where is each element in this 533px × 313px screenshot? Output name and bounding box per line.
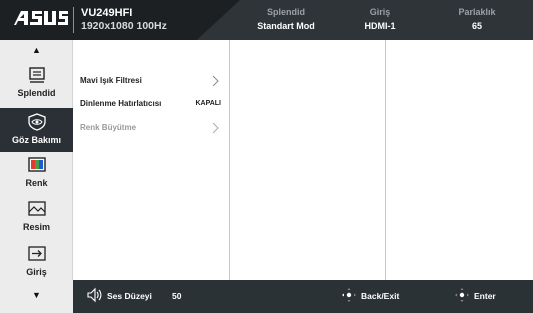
menu-item-label: Mavi Işık Filtresi [80,76,142,85]
header-brightness: Parlaklık 65 [427,7,527,32]
scroll-down-arrow-icon[interactable]: ▼ [0,290,73,300]
color-icon [27,157,46,172]
header-input: Giriş HDMI-1 [330,7,430,32]
header-divider [73,7,74,33]
volume-label: Ses Düzeyi [107,291,152,301]
sidebar-item-label: Giriş [26,267,47,277]
chevron-right-icon [212,75,219,87]
chevron-right-icon [212,122,219,134]
sidebar-item-image[interactable]: Resim [0,200,73,244]
model-name: VU249HFI [81,7,133,19]
menu-item-color-augmentation: Renk Büyütme [80,121,225,135]
resolution-info: 1920x1080 100Hz [81,20,167,32]
volume-icon [87,287,102,303]
osd-header: VU249HFI 1920x1080 100Hz Splendid Standa… [0,0,533,40]
model-info: VU249HFI 1920x1080 100Hz [81,7,167,32]
sidebar-item-color[interactable]: Renk [0,156,73,200]
input-icon [27,246,46,261]
joystick-press-icon [455,288,469,302]
volume-value: 50 [172,291,182,301]
splendid-icon [28,67,45,83]
column-divider [385,40,386,280]
column-divider [229,40,230,280]
brand-logo [12,10,68,28]
menu-item-label: Renk Büyütme [80,123,137,132]
back-exit-label: Back/Exit [361,291,400,301]
sidebar-item-eye-care[interactable]: Göz Bakımı [0,108,73,152]
menu-item-blue-light-filter[interactable]: Mavi Işık Filtresi [80,74,225,88]
header-input-value: HDMI-1 [364,21,396,31]
header-brightness-value: 65 [471,21,482,31]
monitor-osd: VU249HFI 1920x1080 100Hz Splendid Standa… [0,0,533,313]
asus-logo-icon [14,11,68,25]
header-splendid: Splendid Standart Mod [236,7,336,32]
scroll-up-arrow-icon[interactable]: ▲ [0,45,73,55]
menu-item-rest-reminder[interactable]: Dinlenme Hatırlatıcısı KAPALI [80,97,225,111]
menu-item-label: Dinlenme Hatırlatıcısı [80,99,162,108]
sidebar: ▲ Splendid Göz Bakımı Renk Resim Giriş [0,40,73,280]
osd-footer: ▼ Ses Düzeyi 50 Back/Exit Enter [0,280,533,313]
header-input-label: Giriş [369,7,391,17]
eye-care-icon [27,113,46,131]
sidebar-item-splendid[interactable]: Splendid [0,66,73,110]
header-brightness-label: Parlaklık [458,7,496,17]
enter-label: Enter [474,291,496,301]
sidebar-item-label: Splendid [17,88,56,98]
sidebar-item-label: Renk [25,178,48,188]
header-splendid-value: Standart Mod [257,21,315,31]
sidebar-item-label: Göz Bakımı [11,135,61,145]
image-icon [27,201,46,216]
rest-reminder-status: KAPALI [195,100,221,107]
header-splendid-label: Splendid [267,7,305,17]
joystick-left-icon [342,288,356,302]
footer-sidebar-panel: ▼ [0,280,73,313]
sidebar-item-label: Resim [22,222,50,232]
